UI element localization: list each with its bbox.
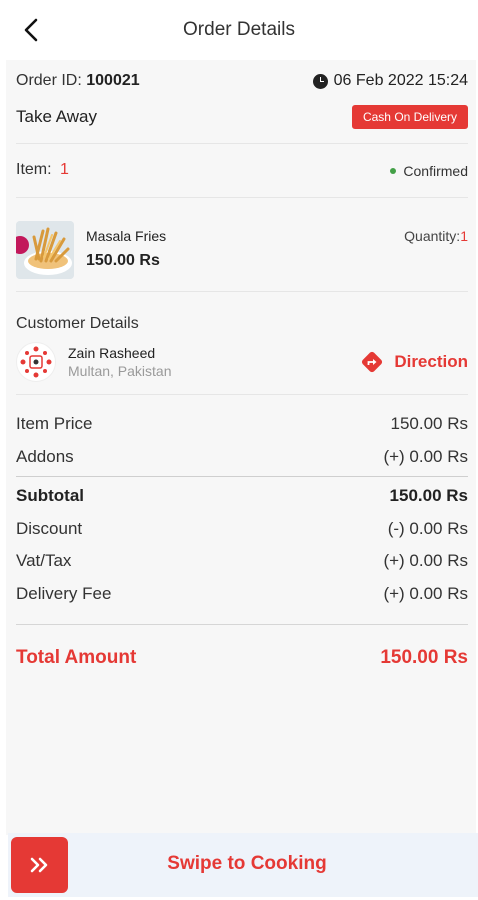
customer-section-title: Customer Details <box>16 315 468 337</box>
subtotal-label: Subtotal <box>16 486 84 505</box>
total-amount-label: Total Amount <box>16 647 137 668</box>
divider <box>16 291 468 292</box>
quantity-value: 1 <box>460 228 468 244</box>
divider <box>16 394 468 395</box>
page-title: Order Details <box>183 19 295 40</box>
total-amount-row: Total Amount 150.00 Rs <box>16 647 468 669</box>
divider <box>16 143 468 144</box>
swipe-to-cooking-slider[interactable]: Swipe to Cooking <box>8 833 478 897</box>
order-datetime: 06 Feb 2022 15:24 <box>312 72 468 90</box>
addons-row: Addons (+) 0.00 Rs <box>16 447 468 467</box>
clock-icon <box>312 73 328 89</box>
swipe-label: Swipe to Cooking <box>167 853 327 874</box>
divider <box>16 624 468 625</box>
direction-icon <box>362 351 383 373</box>
quantity-label: Quantity: <box>404 228 461 244</box>
delivery-fee-label: Delivery Fee <box>16 584 112 603</box>
product-image <box>16 221 74 279</box>
discount-value: (-) 0.00 Rs <box>387 519 468 538</box>
order-id-row: Order ID: 100021 06 Feb 2022 15:24 <box>16 72 468 94</box>
discount-label: Discount <box>16 519 83 538</box>
delivery-fee-value: (+) 0.00 Rs <box>383 584 468 603</box>
order-details-content: Order ID: 100021 06 Feb 2022 15:24 Take … <box>6 60 476 835</box>
item-count-value: 1 <box>60 161 69 178</box>
total-amount-value: 150.00 Rs <box>380 647 468 668</box>
direction-button[interactable]: Direction <box>360 350 468 374</box>
item-price-label: Item Price <box>16 414 93 433</box>
order-status: Confirmed <box>390 163 468 179</box>
subtotal-value: 150.00 Rs <box>389 486 468 505</box>
addons-value: (+) 0.00 Rs <box>383 447 468 466</box>
customer-name: Zain Rasheed <box>68 345 156 361</box>
item-price-value: 150.00 Rs <box>390 414 469 433</box>
order-id-value: 100021 <box>86 72 140 89</box>
order-type: Take Away <box>16 107 97 126</box>
item-price-row: Item Price 150.00 Rs <box>16 414 468 434</box>
order-datetime-text: 06 Feb 2022 15:24 <box>333 72 468 89</box>
payment-method-badge: Cash On Delivery <box>351 105 468 129</box>
item-count-label: Item: <box>16 161 52 178</box>
product-price: 150.00 Rs <box>86 252 160 269</box>
order-type-row: Take Away Cash On Delivery <box>16 105 468 131</box>
addons-label: Addons <box>16 447 74 466</box>
customer-location: Multan, Pakistan <box>68 363 172 379</box>
item-count-row: Item: 1 Confirmed <box>16 161 468 183</box>
product-quantity: Quantity:1 <box>404 228 468 244</box>
divider <box>16 197 468 198</box>
avatar <box>16 342 56 382</box>
order-id-label: Order ID: <box>16 72 82 89</box>
app-header: Order Details <box>0 0 478 60</box>
swipe-handle[interactable] <box>11 837 68 893</box>
vat-label: Vat/Tax <box>16 551 72 570</box>
product-name: Masala Fries <box>86 228 167 244</box>
vat-row: Vat/Tax (+) 0.00 Rs <box>16 551 468 571</box>
customer-details-title: Customer Details <box>16 315 139 332</box>
divider <box>16 476 468 477</box>
delivery-fee-row: Delivery Fee (+) 0.00 Rs <box>16 584 468 604</box>
status-dot-icon <box>390 168 397 174</box>
order-status-text: Confirmed <box>403 163 468 179</box>
direction-label: Direction <box>394 352 468 371</box>
discount-row: Discount (-) 0.00 Rs <box>16 519 468 539</box>
double-chevron-right-icon <box>30 857 47 873</box>
subtotal-row: Subtotal 150.00 Rs <box>16 486 468 506</box>
vat-value: (+) 0.00 Rs <box>383 551 468 570</box>
